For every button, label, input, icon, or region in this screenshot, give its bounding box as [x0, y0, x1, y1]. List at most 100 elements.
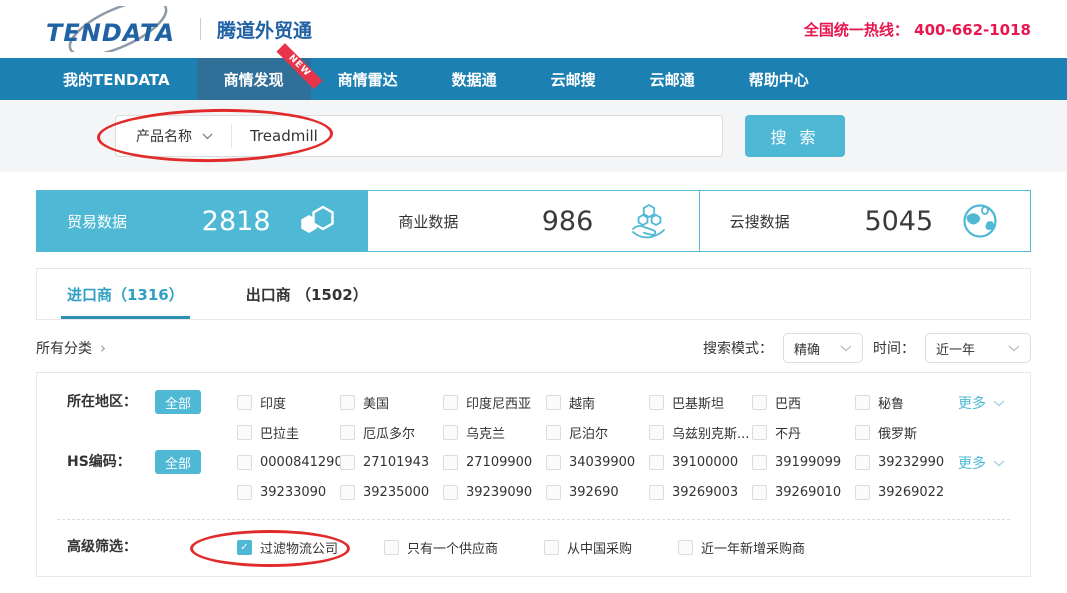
checkbox-option[interactable]: 34039900 [546, 447, 649, 477]
nav-item[interactable]: 云邮搜 [524, 58, 623, 100]
checkbox-option[interactable]: 乌克兰 [443, 417, 546, 447]
checkbox[interactable] [546, 395, 561, 410]
checkbox-label: 39233090 [260, 485, 326, 500]
checkbox[interactable] [384, 540, 399, 555]
business-data-card[interactable]: 商业数据 986 [367, 191, 698, 251]
search-mode-dropdown[interactable]: 精确 [783, 333, 863, 363]
checkbox[interactable] [678, 540, 693, 555]
checkbox-option[interactable]: 巴拉圭 [237, 417, 340, 447]
checkbox[interactable] [546, 455, 561, 470]
checkbox[interactable] [855, 395, 870, 410]
checkbox-option[interactable]: 厄瓜多尔 [340, 417, 443, 447]
checkbox-option[interactable]: 39235000 [340, 477, 443, 507]
checkbox-option[interactable]: 俄罗斯 [855, 417, 958, 447]
checkbox[interactable] [649, 395, 664, 410]
checkbox[interactable] [649, 455, 664, 470]
more-label: 更多 [958, 393, 986, 413]
region-more-link[interactable]: 更多 [958, 387, 1030, 413]
checkbox-option[interactable]: 巴西 [752, 387, 855, 417]
time-dropdown[interactable]: 近一年 [925, 333, 1031, 363]
checkbox[interactable] [855, 455, 870, 470]
checkbox[interactable] [855, 425, 870, 440]
search-button[interactable]: 搜 索 [745, 115, 845, 157]
checkbox-option[interactable]: 39269010 [752, 477, 855, 507]
checkbox-option[interactable]: 美国 [340, 387, 443, 417]
checkbox[interactable] [237, 455, 252, 470]
checkbox[interactable] [649, 425, 664, 440]
checkbox[interactable] [855, 485, 870, 500]
tab-importers[interactable]: 进口商（1316） [67, 269, 184, 319]
checkbox-label: 只有一个供应商 [407, 538, 498, 557]
checkbox-option[interactable]: 尼泊尔 [546, 417, 649, 447]
header: TENDATA 腾道外贸通 全国统一热线： 400-662-1018 [0, 0, 1067, 58]
hs-code-more-link[interactable]: 更多 [958, 447, 1030, 473]
checkbox-option[interactable]: 从中国采购 [544, 532, 632, 562]
nav-item[interactable]: 商情雷达 [311, 58, 425, 100]
advanced-options: ✓过滤物流公司 只有一个供应商 从中国采购 近一年新增采购商 [237, 532, 1030, 562]
checkbox-option[interactable]: 越南 [546, 387, 649, 417]
checkbox[interactable] [443, 455, 458, 470]
checkbox[interactable] [237, 395, 252, 410]
nav-item[interactable]: 数据通 [425, 58, 524, 100]
checkbox-option[interactable]: 近一年新增采购商 [678, 532, 805, 562]
search-category-dropdown[interactable]: 产品名称 [136, 126, 213, 146]
checkbox-option[interactable]: 巴基斯坦 [649, 387, 752, 417]
checkbox[interactable] [752, 485, 767, 500]
tab-exporters[interactable]: 出口商 （1502） [246, 269, 368, 319]
tendata-logo[interactable]: TENDATA [36, 6, 184, 52]
checkbox-option[interactable]: 乌兹别克斯... [649, 417, 752, 447]
checkbox[interactable] [443, 395, 458, 410]
checkbox-option[interactable]: 0000841290 [237, 447, 340, 477]
checkbox[interactable] [237, 485, 252, 500]
checkbox-option[interactable]: 印度尼西亚 [443, 387, 546, 417]
hs-code-all-button[interactable]: 全部 [155, 450, 201, 474]
checkbox-option[interactable]: 39239090 [443, 477, 546, 507]
checkbox-option[interactable]: 39233090 [237, 477, 340, 507]
checkbox[interactable] [443, 485, 458, 500]
search-input[interactable] [250, 127, 630, 145]
checkbox-option[interactable]: 秘鲁 [855, 387, 958, 417]
nav-item[interactable]: 帮助中心 [722, 58, 836, 100]
checkbox[interactable]: ✓ [237, 540, 252, 555]
checkbox[interactable] [443, 425, 458, 440]
checkbox[interactable] [340, 425, 355, 440]
checkbox-option[interactable]: 392690 [546, 477, 649, 507]
search-box: 产品名称 [115, 115, 723, 157]
cloud-search-data-card[interactable]: 云搜数据 5045 [699, 191, 1030, 251]
checkbox-option[interactable]: 39232990 [855, 447, 958, 477]
region-all-button[interactable]: 全部 [155, 390, 201, 414]
checkbox-option[interactable]: 27109900 [443, 447, 546, 477]
checkbox-option[interactable]: 印度 [237, 387, 340, 417]
hs-code-options: 0000841290271019432710990034039900391000… [237, 447, 958, 507]
nav-item[interactable]: 商情发现NEW [197, 58, 311, 100]
card-label: 贸易数据 [67, 211, 177, 232]
checkbox[interactable] [237, 425, 252, 440]
checkbox-option[interactable]: 只有一个供应商 [384, 532, 498, 562]
checkbox-option[interactable]: 39269022 [855, 477, 958, 507]
checkbox[interactable] [544, 540, 559, 555]
checkbox[interactable] [340, 455, 355, 470]
nav-item[interactable]: 我的TENDATA [36, 58, 197, 100]
checkbox-option[interactable]: 39199099 [752, 447, 855, 477]
checkbox[interactable] [546, 425, 561, 440]
checkbox-label: 巴拉圭 [260, 423, 299, 442]
checkbox-option[interactable]: 27101943 [340, 447, 443, 477]
checkbox-option[interactable]: 不丹 [752, 417, 855, 447]
checkbox[interactable] [649, 485, 664, 500]
checkbox-option[interactable]: 39100000 [649, 447, 752, 477]
nav-item[interactable]: 云邮通 [623, 58, 722, 100]
breadcrumb[interactable]: 所有分类 › [36, 338, 106, 358]
checkbox[interactable] [340, 395, 355, 410]
checkbox-option[interactable]: 39269003 [649, 477, 752, 507]
checkbox-option[interactable]: ✓过滤物流公司 [237, 532, 338, 562]
trade-data-card[interactable]: 贸易数据 2818 [37, 191, 367, 251]
checkbox-label: 尼泊尔 [569, 423, 608, 442]
nav-item-label: 我的TENDATA [63, 69, 170, 90]
checkbox[interactable] [340, 485, 355, 500]
chevron-down-icon [993, 400, 1005, 407]
advanced-filter-label: 高级筛选： [67, 532, 155, 562]
checkbox[interactable] [752, 455, 767, 470]
checkbox[interactable] [546, 485, 561, 500]
checkbox[interactable] [752, 395, 767, 410]
checkbox[interactable] [752, 425, 767, 440]
